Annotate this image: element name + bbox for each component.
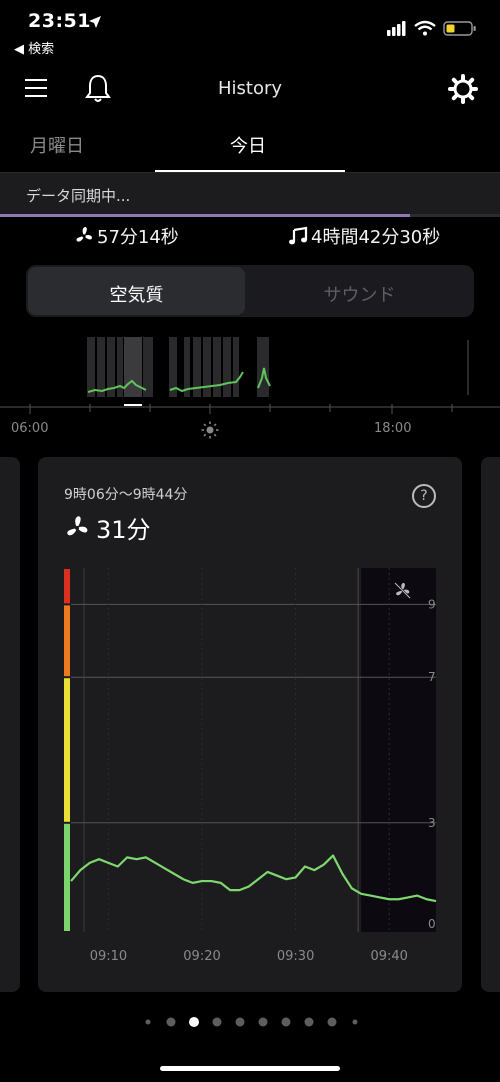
signal-wifi-battery	[387, 18, 482, 42]
day-timeline[interactable]	[0, 330, 500, 445]
segment-air-label: 空気質	[109, 285, 164, 306]
page-dot-active[interactable]	[189, 1017, 199, 1027]
page-dot[interactable]	[281, 1017, 291, 1027]
y-tick-label: 9	[428, 597, 436, 611]
y-tick-label: 0	[428, 917, 436, 931]
previous-card[interactable]	[0, 457, 20, 992]
page-dot[interactable]	[235, 1017, 245, 1027]
back-to-search-link[interactable]: ◀ 検索	[14, 38, 54, 57]
x-tick-label: 09:10	[90, 949, 127, 964]
sync-progress-bar	[0, 214, 410, 217]
session-time-range: 9時06分〜9時44分	[64, 487, 188, 503]
fan-icon	[74, 226, 94, 250]
gear-icon[interactable]	[448, 74, 478, 108]
session-duration: 31分	[96, 516, 151, 544]
air-quality-chart: 9 7 3 0 09:10 09:20 09:30 09:40	[38, 560, 462, 974]
x-tick-label: 09:20	[183, 949, 220, 964]
page-title: History	[217, 78, 283, 99]
help-icon[interactable]: ?	[412, 484, 436, 508]
page-dot[interactable]	[352, 1019, 358, 1025]
fan-total-time: 57分14秒	[97, 227, 179, 248]
tab-monday[interactable]: 月曜日	[30, 132, 84, 158]
home-indicator	[160, 1066, 340, 1071]
aqi-scale-band	[64, 678, 70, 822]
segment-sound[interactable]: サウンド	[247, 281, 472, 307]
timeline-selection	[124, 337, 142, 397]
page-dot[interactable]	[166, 1017, 176, 1027]
page-dot[interactable]	[212, 1017, 222, 1027]
aqi-scale-band	[64, 605, 70, 677]
aqi-scale-band	[64, 823, 70, 931]
x-tick-label: 09:40	[370, 949, 407, 964]
y-tick-label: 7	[428, 670, 436, 684]
fan-icon-card	[64, 515, 90, 545]
page-indicator	[0, 1014, 500, 1030]
active-tab-indicator	[155, 170, 345, 172]
page-dot[interactable]	[327, 1017, 337, 1027]
page-dot[interactable]	[258, 1017, 268, 1027]
fan-off-region	[361, 568, 436, 932]
page-dot[interactable]	[304, 1017, 314, 1027]
timeline-label-0600: 06:00	[11, 421, 49, 436]
next-card[interactable]	[481, 457, 500, 992]
sync-status-text: データ同期中...	[26, 187, 131, 205]
page-dot[interactable]	[145, 1019, 151, 1025]
y-tick-label: 3	[428, 816, 436, 830]
x-tick-label: 09:30	[277, 949, 314, 964]
location-arrow-icon	[88, 14, 102, 33]
sun-icon	[201, 421, 219, 443]
status-time: 23:51	[28, 10, 91, 32]
sound-total-time: 4時間42分30秒	[311, 227, 441, 248]
music-note-icon	[288, 226, 308, 250]
aqi-scale-band	[64, 569, 70, 604]
timeline-label-1800: 18:00	[374, 421, 412, 436]
tab-today[interactable]: 今日	[230, 132, 266, 158]
